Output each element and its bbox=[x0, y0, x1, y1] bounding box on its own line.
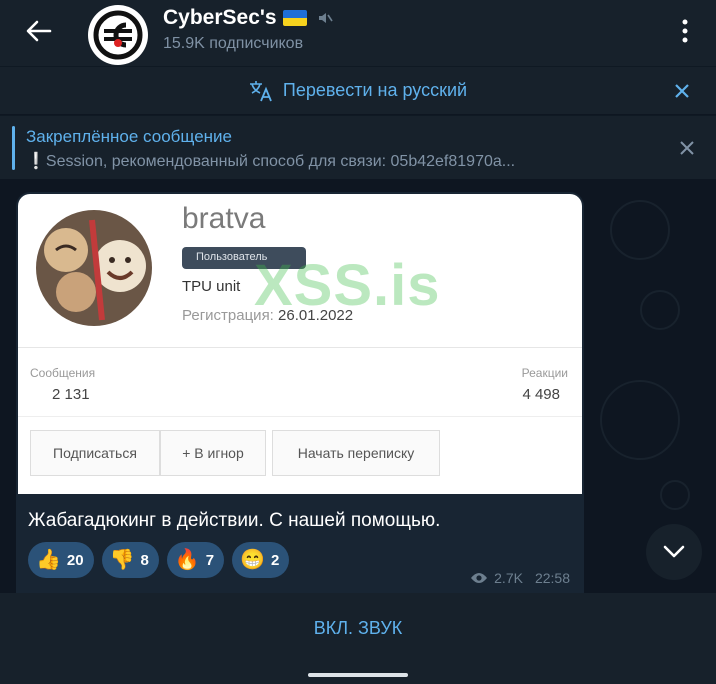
bottom-bar: ВКЛ. ЗВУК bbox=[0, 593, 716, 684]
thumbs-down-icon: 👎 bbox=[109, 549, 135, 571]
back-arrow-icon[interactable] bbox=[22, 14, 56, 48]
scroll-down-button[interactable] bbox=[646, 524, 702, 580]
thumbs-up-icon: 👍 bbox=[36, 549, 61, 571]
pinned-text: ❕Session, рекомендованный способ для свя… bbox=[26, 153, 516, 170]
message-caption: Жабагадюкинг в действии. С нашей помощью… bbox=[28, 510, 441, 531]
message-meta: 2.7K 22:58 bbox=[470, 570, 570, 586]
subscribe-button: Подписаться bbox=[30, 430, 160, 476]
reaction-count: 8 bbox=[140, 551, 149, 569]
message-image[interactable]: bratva Пользователь TPU unit Регистрация… bbox=[18, 194, 582, 494]
reactions-value: 4 498 bbox=[522, 386, 560, 403]
profile-role: TPU unit bbox=[182, 278, 241, 295]
home-indicator bbox=[308, 673, 408, 677]
pinned-message[interactable]: Закреплённое сообщение ❕Session, рекомен… bbox=[0, 115, 716, 179]
background-doodle bbox=[660, 480, 690, 510]
divider bbox=[18, 416, 582, 417]
profile-username: bratva bbox=[182, 202, 266, 235]
background-doodle bbox=[640, 290, 680, 330]
pinned-title: Закреплённое сообщение bbox=[26, 127, 232, 146]
channel-title-block[interactable]: CyberSec's 15.9K подписчиков bbox=[163, 5, 333, 53]
channel-title: CyberSec's bbox=[163, 6, 277, 29]
reactions-row: 👍 20 👎 8 🔥 7 😁 2 bbox=[28, 542, 290, 578]
pinned-indicator bbox=[12, 126, 15, 170]
close-pinned-icon[interactable] bbox=[676, 137, 698, 159]
close-translate-icon[interactable] bbox=[670, 79, 694, 103]
reactions-label: Реакции bbox=[521, 366, 568, 380]
reaction-count: 2 bbox=[271, 551, 280, 569]
view-count: 2.7K bbox=[494, 570, 523, 586]
watermark: XSS.is bbox=[254, 253, 441, 318]
background-doodle bbox=[610, 200, 670, 260]
grin-icon: 😁 bbox=[240, 549, 265, 571]
reaction-thumbs-up[interactable]: 👍 20 bbox=[28, 542, 94, 578]
ukraine-flag-icon bbox=[282, 10, 307, 26]
translate-label: Перевести на русский bbox=[282, 80, 468, 100]
chat-area: bratva Пользователь TPU unit Регистрация… bbox=[0, 180, 716, 593]
translate-button[interactable]: Перевести на русский bbox=[249, 80, 467, 102]
reaction-fire[interactable]: 🔥 7 bbox=[166, 542, 225, 578]
reaction-grin[interactable]: 😁 2 bbox=[232, 542, 290, 578]
translate-bar: Перевести на русский bbox=[0, 66, 716, 114]
message-time: 22:58 bbox=[534, 570, 570, 586]
profile-avatar bbox=[36, 210, 152, 326]
more-options-icon[interactable] bbox=[668, 14, 702, 48]
chevron-down-icon bbox=[663, 545, 685, 558]
divider bbox=[18, 347, 582, 348]
reaction-thumbs-down[interactable]: 👎 8 bbox=[101, 542, 159, 578]
message-bubble[interactable]: bratva Пользователь TPU unit Регистрация… bbox=[16, 192, 584, 593]
ignore-button: + В игнор bbox=[160, 430, 266, 476]
channel-avatar[interactable] bbox=[88, 5, 148, 65]
reaction-count: 20 bbox=[66, 551, 84, 569]
eye-icon bbox=[470, 572, 488, 584]
muted-speaker-icon bbox=[317, 10, 333, 26]
unmute-button[interactable]: ВКЛ. ЗВУК bbox=[0, 593, 716, 663]
messages-value: 2 131 bbox=[52, 386, 90, 403]
background-doodle bbox=[600, 380, 680, 460]
translate-icon bbox=[249, 80, 273, 102]
messages-label: Сообщения bbox=[30, 366, 96, 380]
start-conversation-button: Начать переписку bbox=[272, 430, 440, 476]
fire-icon: 🔥 bbox=[174, 549, 200, 571]
chat-header: CyberSec's 15.9K подписчиков bbox=[0, 0, 716, 66]
reaction-count: 7 bbox=[205, 551, 215, 569]
subscriber-count: 15.9K подписчиков bbox=[163, 35, 304, 52]
